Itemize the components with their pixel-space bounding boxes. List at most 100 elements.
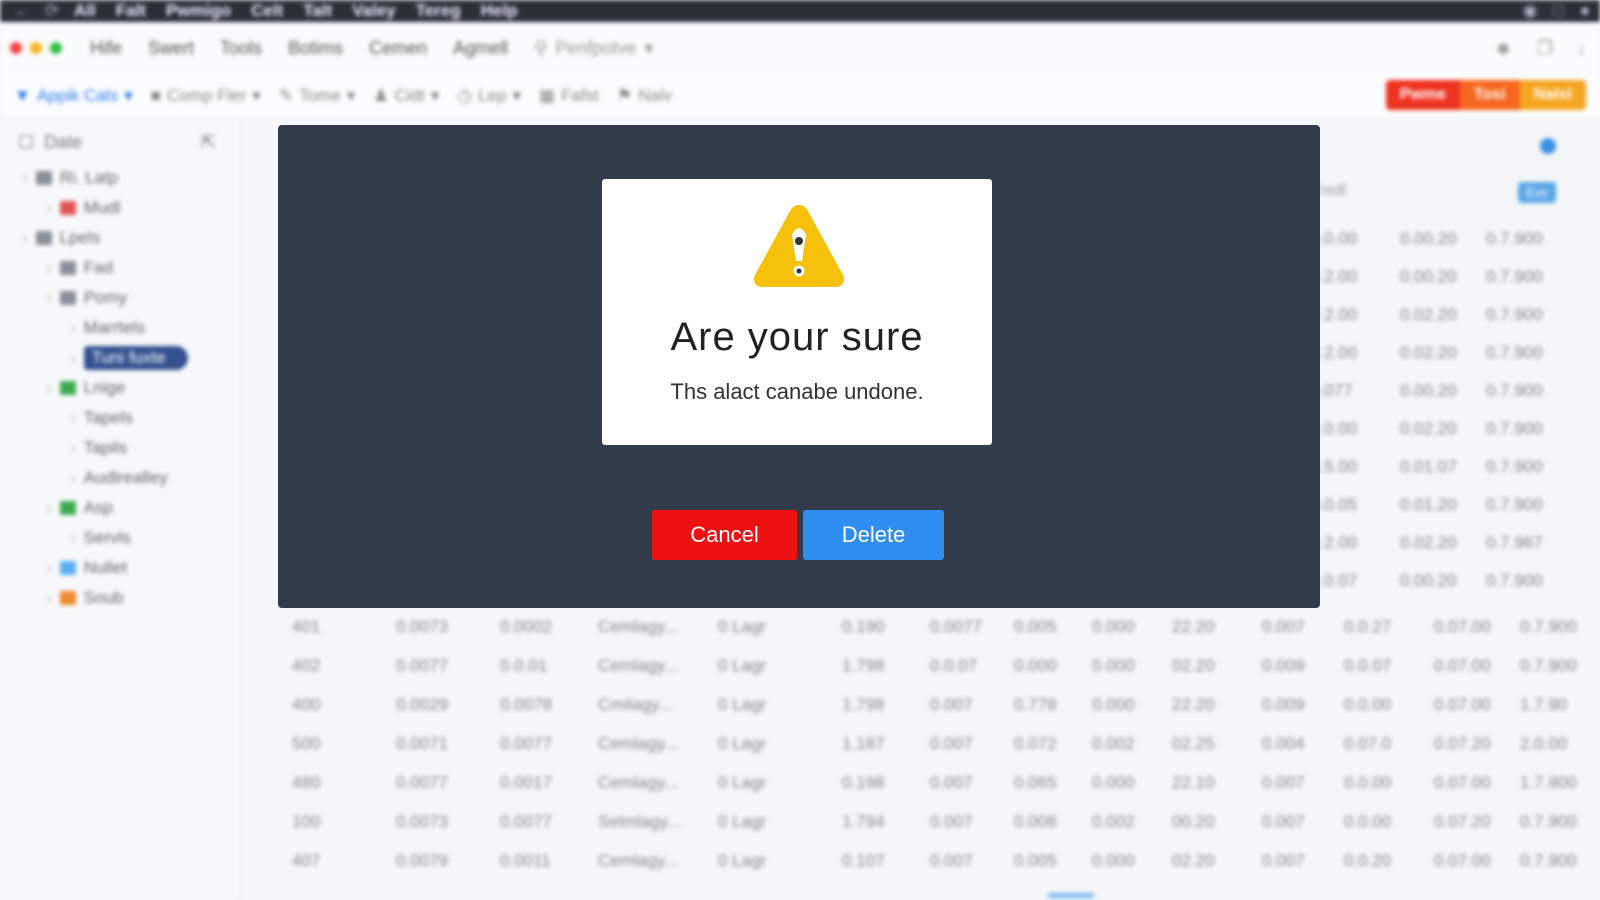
- pin-icon: ■: [150, 85, 161, 105]
- os-menu-item[interactable]: Celt: [251, 1, 283, 21]
- table-row[interactable]: 0.2.00 0.02.20 0.7.900: [1310, 296, 1590, 334]
- table-row[interactable]: 0.2.00 0.02.20 0.7.900: [1310, 334, 1590, 372]
- table-row[interactable]: 0.0.05 0.01.20 0.7.900: [1310, 486, 1590, 524]
- toolbar-item[interactable]: ▼ Appik Cals ▾: [14, 86, 133, 106]
- app-menu-item[interactable]: Tools: [220, 38, 262, 59]
- sidebar-item[interactable]: › Tapils: [0, 433, 240, 463]
- app-search[interactable]: ⚲ Penfpotve ▾: [534, 38, 653, 59]
- forward-icon[interactable]: ⟳: [45, 1, 59, 21]
- os-menu-item[interactable]: Valey: [352, 1, 396, 21]
- minimize-window-button[interactable]: [30, 42, 42, 54]
- table-cell: 0.0078: [500, 694, 552, 714]
- sidebar-item[interactable]: › Asp: [0, 493, 240, 523]
- tag-chip[interactable]: Tosi: [1460, 80, 1520, 110]
- table-row[interactable]: 401 0.0073 0.0002 Cemlagy... 0 Lagr 0.190 0.00…: [262, 607, 1592, 646]
- scrollbar[interactable]: [1048, 893, 1094, 898]
- table-row[interactable]: 100 0.0073 0.0077 Selmlagy... 0 Lagr 1.794 0.0…: [262, 802, 1592, 841]
- table-row[interactable]: 0.2.00 0.00.20 0.7.900: [1310, 258, 1590, 296]
- table-cell: 0.008: [1014, 811, 1057, 831]
- table-cell: 0.7.900: [1486, 343, 1543, 362]
- sidebar-item[interactable]: › Marrtels: [0, 313, 240, 343]
- user-icon[interactable]: ☻: [1494, 38, 1513, 59]
- collapse-icon[interactable]: ⇱: [201, 132, 216, 153]
- sidebar-item[interactable]: › Servls: [0, 523, 240, 553]
- toolbar-item[interactable]: ◷ Lep ▾: [457, 86, 521, 106]
- app-menu-item[interactable]: Cemen: [369, 38, 427, 59]
- os-menu-item[interactable]: Talt: [303, 1, 332, 21]
- back-icon[interactable]: ←: [14, 1, 31, 21]
- warning-icon: [753, 205, 845, 287]
- table-row[interactable]: 0.0.07 0.00.20 0.7.900: [1310, 562, 1590, 600]
- close-window-button[interactable]: [10, 42, 22, 54]
- os-menu-item[interactable]: Pwmigo: [166, 1, 231, 21]
- app-menu-item[interactable]: Hife: [90, 38, 122, 59]
- table-cell: 0.007: [930, 772, 973, 792]
- table-cell: 0.0.07: [930, 655, 978, 675]
- toolbar-item[interactable]: ⚑ Nalv: [617, 86, 672, 106]
- table-row[interactable]: 402 0.0077 0.0.01 Cemlagy... 0 Lagr 1.798 0.0.…: [262, 646, 1592, 685]
- sidebar-item-label: Ri. Latp: [59, 168, 119, 187]
- table-row[interactable]: 0.077 0.00.20 0.7.900: [1310, 372, 1590, 410]
- sidebar-item[interactable]: › Nullet: [0, 553, 240, 583]
- table-cell: 100: [292, 811, 321, 831]
- toolbar-item[interactable]: ▦ Fafst: [539, 86, 599, 106]
- os-menu-item[interactable]: Help: [481, 1, 518, 21]
- table-cell: 0.0.01: [500, 655, 548, 675]
- sidebar-item[interactable]: › Audlrealley: [0, 463, 240, 493]
- sidebar-item[interactable]: › Lpels: [0, 223, 240, 253]
- sidebar-item[interactable]: › Soub: [0, 583, 240, 613]
- sidebar-item[interactable]: › Fad: [0, 253, 240, 283]
- sidebar-item[interactable]: › Tapels: [0, 403, 240, 433]
- app-menu-item[interactable]: Agmell: [453, 38, 508, 59]
- delete-button[interactable]: Delete: [803, 510, 944, 560]
- toolbar-item-label: Tome: [299, 85, 341, 105]
- table-row[interactable]: 480 0.0077 0.0017 Cemlagy... 0 Lagr 0.198 0.00…: [262, 763, 1592, 802]
- table-cell: 0.072: [1014, 733, 1057, 753]
- table-row[interactable]: 0.0.00 0.00.20 0.7.900: [1310, 220, 1590, 258]
- maximize-window-button[interactable]: [50, 42, 62, 54]
- table-row[interactable]: 0.5.00 0.01.07 0.7.900: [1310, 448, 1590, 486]
- sidebar-item[interactable]: › Tuni fuxte: [0, 343, 240, 373]
- table-row[interactable]: 0.2.00 0.02.20 0.7.967: [1310, 524, 1590, 562]
- os-menu-item[interactable]: Tereg: [416, 1, 461, 21]
- window-icon[interactable]: □: [1553, 1, 1563, 21]
- table-cell: 0.009: [1262, 694, 1305, 714]
- sidebar-item[interactable]: › Pomy: [0, 283, 240, 313]
- toolbar-item[interactable]: ♟ Cidt ▾: [373, 86, 439, 106]
- table-row[interactable]: 500 0.0071 0.0077 Cemlagy... 0 Lagr 1.187 0.00…: [262, 724, 1592, 763]
- table-cell: 0.005: [1014, 616, 1057, 636]
- sidebar-item[interactable]: › Ri. Latp: [0, 163, 240, 193]
- os-nav: ← ⟳: [0, 1, 74, 21]
- download-icon[interactable]: ↓: [1577, 38, 1586, 59]
- cancel-button[interactable]: Cancel: [652, 510, 797, 560]
- tag-chip[interactable]: Pwme: [1385, 80, 1461, 110]
- table-row[interactable]: 0.0.00 0.02.20 0.7.900: [1310, 410, 1590, 448]
- sidebar-item[interactable]: › Mudl: [0, 193, 240, 223]
- app-menu: Hife Swert Tools Botims Cemen Agmell: [90, 38, 508, 59]
- home-icon: [35, 231, 52, 245]
- bell-icon[interactable]: ◉: [1523, 1, 1538, 21]
- os-menu-item[interactable]: All: [74, 1, 96, 21]
- table-cell: 402: [292, 655, 321, 675]
- chevron-right-icon: ›: [70, 348, 76, 367]
- profile-icon[interactable]: ●: [1580, 1, 1590, 21]
- chevron-down-icon: ▾: [252, 85, 261, 105]
- table-cell: 0.7.967: [1486, 533, 1543, 552]
- toolbar-item[interactable]: ■ Comp Fler ▾: [151, 86, 261, 106]
- sidebar-item[interactable]: › Lnige: [0, 373, 240, 403]
- leaf-icon: [59, 381, 76, 395]
- badge[interactable]: Evs: [1518, 182, 1556, 203]
- tag-chip[interactable]: Nalsl: [1519, 80, 1586, 110]
- dialog-title: Are your sure: [670, 315, 924, 359]
- table-row[interactable]: 400 0.0029 0.0078 Cmilagy... 0 Lagr 1.798 0.00…: [262, 685, 1592, 724]
- app-menu-item[interactable]: Botims: [288, 38, 343, 59]
- toolbar-item[interactable]: ✎ Tome ▾: [279, 86, 355, 106]
- os-menu-item[interactable]: Falt: [116, 1, 146, 21]
- funnel-icon: ▼: [14, 85, 31, 105]
- sidebar-item-label: Tapils: [83, 438, 128, 457]
- table-row[interactable]: 407 0.0079 0.0011 Cemlagy... 0 Lagr 0.107 0.00…: [262, 841, 1592, 880]
- table-cell: Cemlagy...: [598, 616, 678, 636]
- app-menu-item[interactable]: Swert: [148, 38, 194, 59]
- sidebar-item-label: Servls: [83, 528, 131, 547]
- copy-icon[interactable]: ❐: [1537, 38, 1553, 59]
